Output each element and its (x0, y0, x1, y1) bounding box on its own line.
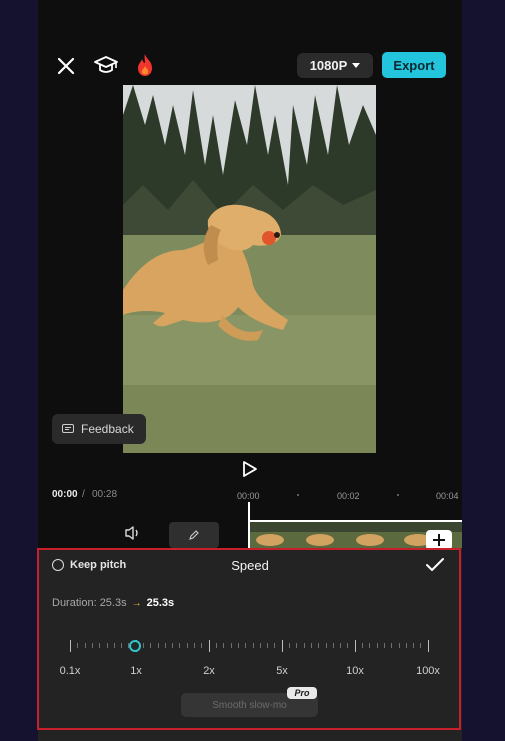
slider-tick (245, 643, 246, 648)
slider-tick (158, 643, 159, 648)
ruler-label: 00:00 (237, 491, 260, 501)
resolution-label: 1080P (309, 58, 348, 73)
slider-tick (172, 643, 173, 648)
slider-tick (223, 643, 224, 648)
pro-badge: Pro (287, 687, 317, 699)
slider-tick (369, 643, 370, 648)
time-separator: / (82, 489, 85, 500)
slider-tick (114, 643, 115, 648)
speed-mark-label: 0.1x (59, 665, 81, 677)
speed-mark-label: 100x (416, 665, 440, 677)
slider-major-tick (209, 640, 210, 652)
playhead[interactable] (248, 502, 250, 548)
slider-tick (304, 643, 305, 648)
slider-tick (121, 643, 122, 648)
slider-tick (216, 643, 217, 648)
ruler-dot (297, 494, 299, 496)
slider-tick (326, 643, 327, 648)
slider-tick (150, 643, 151, 648)
slider-tick (296, 643, 297, 648)
graduation-cap-icon[interactable] (93, 54, 119, 76)
duration-new-value: 25.3s (146, 597, 175, 609)
add-clip-button[interactable] (426, 530, 452, 550)
resolution-dropdown[interactable]: 1080P (297, 53, 373, 78)
total-time: 00:28 (92, 489, 118, 500)
slider-tick (77, 643, 78, 648)
slider-tick (318, 643, 319, 648)
video-preview[interactable] (123, 85, 376, 453)
slider-tick (260, 643, 261, 648)
slider-tick (340, 643, 341, 648)
slider-tick (194, 643, 195, 648)
slider-tick (238, 643, 239, 648)
cover-thumbnail[interactable] (169, 522, 219, 548)
slider-tick (362, 643, 363, 648)
close-icon[interactable] (56, 56, 76, 76)
slider-tick (107, 643, 108, 648)
slider-tick (347, 643, 348, 648)
export-button[interactable]: Export (382, 52, 446, 78)
feedback-icon (62, 423, 74, 433)
current-time: 00:00 (52, 489, 78, 500)
slider-tick (406, 643, 407, 648)
editor-app: 1080P Export Feedback 00:00 / 00:28 00:0… (38, 0, 462, 741)
duration-readout: Duration: 25.3s → 25.3s (52, 597, 174, 609)
plus-icon (433, 534, 445, 546)
speed-mark-label: 10x (346, 665, 364, 677)
slider-tick (391, 643, 392, 648)
caret-down-icon (352, 63, 361, 68)
video-frame-image (123, 85, 376, 453)
slider-tick (289, 643, 290, 648)
duration-label: Duration: 25.3s (52, 597, 127, 609)
slider-tick (92, 643, 93, 648)
slider-tick (165, 643, 166, 648)
slider-tick (274, 643, 275, 648)
ruler-label: 00:02 (337, 491, 360, 501)
slider-tick (99, 643, 100, 648)
slider-tick (420, 643, 421, 648)
slider-tick (377, 643, 378, 648)
slider-major-tick (355, 640, 356, 652)
ruler-dot (397, 494, 399, 496)
slider-major-tick (70, 640, 71, 652)
slider-major-tick (428, 640, 429, 652)
slider-tick (413, 643, 414, 648)
feedback-label: Feedback (81, 422, 134, 436)
ruler-label: 00:04 (436, 491, 459, 501)
arrow-right-icon: → (131, 597, 142, 609)
edit-pencil-icon (189, 530, 199, 540)
slider-tick (253, 643, 254, 648)
slider-tick (384, 643, 385, 648)
slider-tick (85, 643, 86, 648)
speed-slider-knob[interactable] (129, 640, 141, 652)
speed-mark-label: 2x (203, 665, 215, 677)
speed-mark-label: 5x (276, 665, 288, 677)
speed-mark-label: 1x (130, 665, 142, 677)
slider-tick (311, 643, 312, 648)
panel-title: Speed (231, 558, 269, 573)
speed-slider[interactable] (70, 638, 430, 654)
confirm-check-icon[interactable] (425, 557, 445, 573)
slider-major-tick (282, 640, 283, 652)
volume-icon[interactable] (124, 525, 142, 541)
slider-tick (179, 643, 180, 648)
play-icon[interactable] (242, 460, 258, 478)
feedback-button[interactable]: Feedback (52, 414, 146, 444)
slider-tick (333, 643, 334, 648)
slider-tick (201, 643, 202, 648)
slider-tick (143, 643, 144, 648)
slider-tick (231, 643, 232, 648)
slider-tick (399, 643, 400, 648)
slider-tick (267, 643, 268, 648)
fire-icon[interactable] (135, 53, 155, 77)
slider-tick (187, 643, 188, 648)
